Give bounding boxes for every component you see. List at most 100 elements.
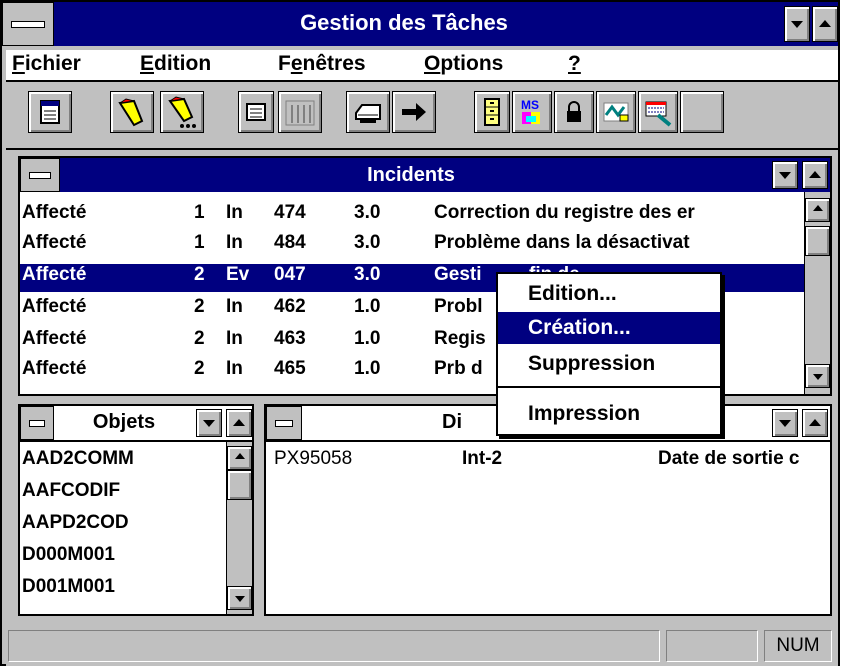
search-more-button[interactable] [160,91,204,133]
blank-button[interactable] [680,91,724,133]
list-item[interactable]: AAD2COMM [22,448,134,470]
menu-edition[interactable]: Edition [140,52,211,76]
search-button[interactable] [110,91,154,133]
scroll-down-button[interactable] [805,364,830,388]
cabinet-button[interactable] [474,91,510,133]
incident-priority: 1 [194,202,205,223]
scroll-down-icon [812,374,823,380]
menu-mnemonic: E [140,52,155,75]
menu-label-post: ptions [440,52,504,75]
incident-version: 1.0 [354,328,381,349]
incident-status: Affecté [22,328,87,349]
flashlight-more-icon [168,96,196,128]
scroll-up-button[interactable] [805,198,830,222]
scroll-thumb[interactable] [805,226,830,256]
incident-priority: 1 [194,232,205,253]
main-titlebar[interactable]: Gestion des Tâches [2,2,838,46]
incidents-maximize-button[interactable] [802,161,828,189]
minimize-icon [779,420,791,427]
ms-office-button[interactable]: MS [512,91,552,133]
list-item[interactable]: AAFCODIF [22,480,120,502]
incident-version: 3.0 [354,232,381,253]
incident-type: In [226,358,243,379]
context-menu-item-creation[interactable]: Création... [498,312,720,344]
menu-options[interactable]: Options [424,52,503,76]
arrow-right-icon [402,103,426,121]
incidents-minimize-button[interactable] [772,161,798,189]
incident-type: In [226,202,243,223]
list-item[interactable]: D000M001 [22,544,115,566]
keyboard-tool-button[interactable] [638,91,678,133]
maximize-button[interactable] [812,6,838,42]
incident-version: 1.0 [354,296,381,317]
svg-text:MS: MS [521,98,539,112]
system-menu-icon[interactable] [2,2,54,46]
context-menu-item-impression[interactable]: Impression [498,398,720,430]
bar-chart-icon [285,100,315,126]
incident-priority: 2 [194,296,205,317]
context-menu-item-edition[interactable]: Edition... [498,278,720,310]
incidents-title: Incidents [367,164,455,186]
objets-maximize-button[interactable] [226,409,252,437]
objets-window: Objets AAD2COMM AAFCODIF AAPD2COD D000M0… [18,404,254,616]
incident-description: Problème dans la désactivat [434,232,690,253]
status-bar: NUM [6,624,838,666]
scroll-up-icon [234,453,245,459]
num-lock-label: NUM [776,635,820,656]
print-button[interactable] [346,91,390,133]
detail-minimize-button[interactable] [772,409,798,437]
menu-fenetres[interactable]: Fenêtres [278,52,366,76]
scroll-down-icon [234,596,245,602]
objets-titlebar[interactable]: Objets [20,406,252,442]
menu-bar: Fichier Edition Fenêtres Options ? [6,50,838,82]
calculator-button[interactable] [238,91,274,133]
objets-title: Objets [92,411,156,433]
maximize-icon [809,171,821,178]
incident-row[interactable]: Affecté 1 In 484 3.0 Problème dans la dé… [20,232,804,260]
list-item[interactable]: AAPD2COD [22,512,129,534]
incident-row[interactable]: Affecté 1 In 474 3.0 Correction du regis… [20,202,804,230]
incidents-system-menu-icon[interactable] [20,158,60,192]
mail-tool-button[interactable] [596,91,636,133]
lock-button[interactable] [554,91,594,133]
objets-system-menu-icon[interactable] [20,406,54,440]
detail-system-menu-icon[interactable] [266,406,302,440]
incident-status: Affecté [22,232,87,253]
printer-icon [355,104,381,123]
main-window: Gestion des Tâches Fichier Edition Fenêt… [0,0,840,666]
incident-id: 484 [274,232,306,253]
list-item[interactable]: D001M001 [22,576,115,598]
menu-label-pre: F [278,52,291,75]
incident-status: Affecté [22,358,87,379]
menu-fichier[interactable]: Fichier [12,52,81,76]
menu-mnemonic: ? [568,52,581,75]
chart-button[interactable] [278,91,322,133]
keyboard-tool-icon [645,101,672,127]
incident-status: Affecté [22,202,87,223]
incidents-titlebar[interactable]: Incidents [20,158,830,192]
scroll-thumb[interactable] [227,470,252,500]
flashlight-icon [118,98,144,127]
incident-type: Ev [226,264,250,285]
detail-maximize-button[interactable] [802,409,828,437]
menu-help[interactable]: ? [568,52,581,76]
scroll-down-button[interactable] [227,586,252,610]
scroll-up-button[interactable] [227,446,252,470]
objets-minimize-button[interactable] [196,409,222,437]
forward-button[interactable] [392,91,436,133]
context-menu-item-suppression[interactable]: Suppression [498,348,720,380]
status-field-2 [666,630,758,662]
detail-row[interactable]: PX95058 Int-2 Date de sortie c [266,448,830,476]
menu-label-post: dition [154,52,212,75]
objets-scrollbar[interactable] [226,442,252,614]
window-title: Gestion des Tâches [300,10,508,35]
incident-version: 3.0 [354,264,381,285]
context-menu: Edition... Création... Suppression Impre… [496,272,722,436]
incidents-scrollbar[interactable] [804,192,830,394]
maximize-icon [809,419,821,426]
incident-priority: 2 [194,264,205,285]
minimize-icon [779,172,791,179]
window-list-button[interactable] [28,91,72,133]
minimize-button[interactable] [784,6,810,42]
incident-version: 3.0 [354,202,381,223]
